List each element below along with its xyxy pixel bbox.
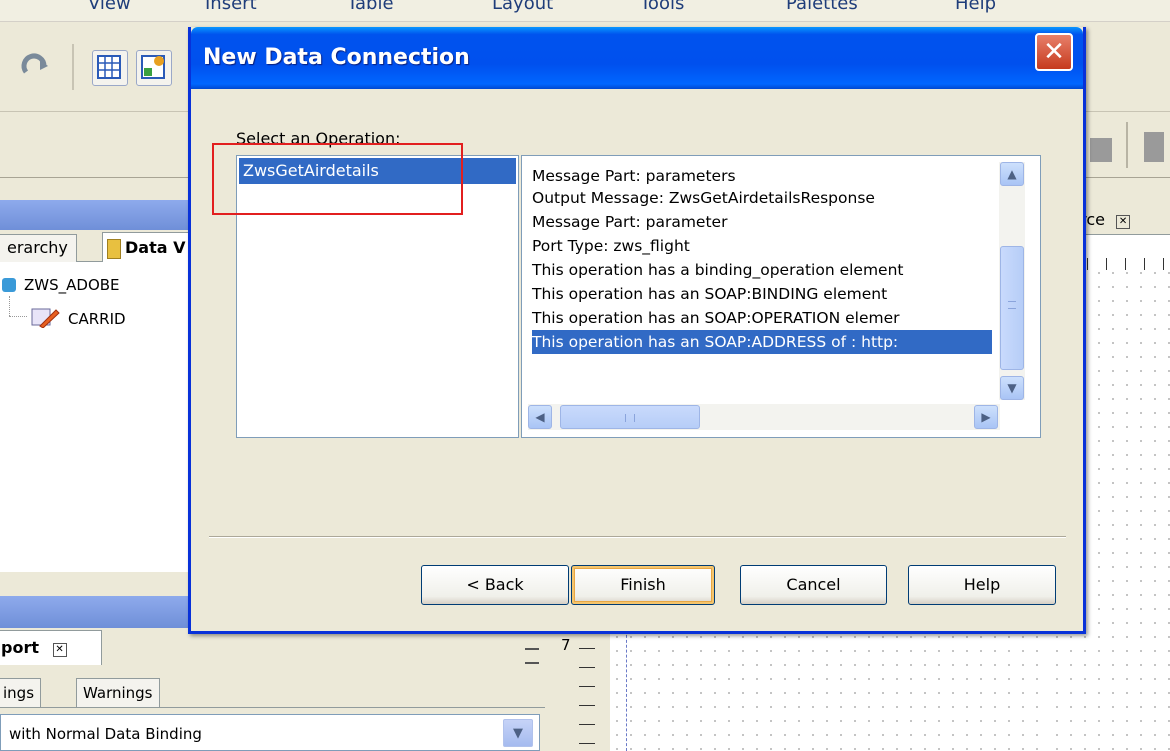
menu-bar: View Insert Table Layout Tools Palettes … xyxy=(0,0,1170,22)
detail-line: This operation has a binding_operation e… xyxy=(532,261,904,279)
vertical-ruler: 7 xyxy=(545,630,595,751)
horizontal-scrollbar[interactable]: ◀ ▶ xyxy=(528,404,1000,430)
menu-palettes[interactable]: Palettes xyxy=(786,0,858,14)
guide-line xyxy=(626,630,628,751)
menu-insert[interactable]: Insert xyxy=(205,0,257,14)
toolbar-divider xyxy=(1126,122,1128,168)
redo-icon[interactable] xyxy=(18,50,52,84)
close-icon: ✕ xyxy=(1043,37,1065,67)
detail-line: Port Type: zws_flight xyxy=(532,237,690,255)
menu-view[interactable]: View xyxy=(88,0,131,14)
dialog-titlebar[interactable]: New Data Connection ✕ xyxy=(191,27,1083,89)
help-button[interactable]: Help xyxy=(908,565,1056,605)
grip-icon xyxy=(625,414,635,422)
new-data-connection-dialog: New Data Connection ✕ Select an Operatio… xyxy=(188,27,1086,634)
detail-line-selected[interactable]: This operation has an SOAP:ADDRESS of : … xyxy=(532,330,992,354)
ruler-ticks xyxy=(579,630,595,751)
close-button[interactable]: ✕ xyxy=(1035,33,1073,71)
tree-line xyxy=(9,296,11,316)
operation-label: Select an Operation: xyxy=(236,129,401,148)
scroll-left-icon[interactable]: ◀ xyxy=(528,405,552,429)
tab-hierarchy[interactable]: erarchy xyxy=(0,234,77,262)
scroll-up-icon[interactable]: ▲ xyxy=(1000,162,1024,186)
tab-data-view[interactable]: Data V xyxy=(102,232,195,263)
data-view-tree: ZWS_ADOBE CARRID xyxy=(0,262,195,572)
scroll-right-icon[interactable]: ▶ xyxy=(974,405,998,429)
dialog-separator xyxy=(209,536,1066,538)
scroll-thumb[interactable] xyxy=(1000,246,1024,370)
tab-warnings-label: Warnings xyxy=(83,684,153,702)
menu-table[interactable]: Table xyxy=(347,0,394,14)
scroll-thumb[interactable] xyxy=(560,405,700,429)
report-subtabs: ings Warnings xyxy=(0,672,545,708)
detail-line: This operation has an SOAP:OPERATION ele… xyxy=(532,309,900,327)
panel-titlebar xyxy=(0,200,195,230)
tab-warnings[interactable]: Warnings xyxy=(76,678,160,707)
menu-help[interactable]: Help xyxy=(955,0,996,14)
connection-icon xyxy=(2,278,16,292)
tab-report-label: port xyxy=(1,638,39,657)
close-tab-icon[interactable]: ✕ xyxy=(52,643,67,657)
operation-list[interactable]: ZwsGetAirdetails xyxy=(236,155,519,438)
chevron-down-icon[interactable]: ▼ xyxy=(503,719,533,747)
list-item[interactable]: ZwsGetAirdetails xyxy=(239,158,516,184)
table-grid-icon[interactable] xyxy=(92,50,128,86)
toolbar-divider xyxy=(72,44,74,90)
tab-hierarchy-label: erarchy xyxy=(7,238,68,257)
detail-line: Message Part: parameters xyxy=(532,167,736,185)
distribute-icon[interactable] xyxy=(1144,132,1164,162)
close-tab-icon[interactable]: ✕ xyxy=(1116,215,1131,229)
detail-line: Output Message: ZwsGetAirdetailsResponse xyxy=(532,189,875,207)
detail-line: This operation has an SOAP:BINDING eleme… xyxy=(532,285,888,303)
tab-bindings-label: ings xyxy=(3,684,35,702)
tab-bindings[interactable]: ings xyxy=(0,678,42,707)
field-edit-icon xyxy=(30,306,60,332)
tree-line xyxy=(9,316,27,318)
cancel-button[interactable]: Cancel xyxy=(740,565,887,605)
binding-filter-dropdown[interactable]: with Normal Data Binding ▼ xyxy=(0,714,540,751)
finish-button[interactable]: Finish xyxy=(571,565,715,605)
insert-table-icon[interactable] xyxy=(136,50,172,86)
back-button[interactable]: < Back xyxy=(421,565,569,605)
menu-tools[interactable]: Tools xyxy=(640,0,684,14)
ruler-mark: 7 xyxy=(561,636,571,654)
tree-child-label: CARRID xyxy=(68,310,126,328)
dialog-title: New Data Connection xyxy=(203,45,470,70)
hierarchy-tabs: erarchy Data V xyxy=(0,232,195,263)
align-icon[interactable] xyxy=(1090,138,1112,162)
binding-filter-value: with Normal Data Binding xyxy=(9,725,202,743)
vertical-scrollbar[interactable]: ▲ ▼ xyxy=(999,162,1025,400)
scroll-down-icon[interactable]: ▼ xyxy=(1000,376,1024,400)
operation-details-box[interactable]: Message Part: parameters Output Message:… xyxy=(521,155,1041,438)
tree-node-root[interactable]: ZWS_ADOBE xyxy=(2,276,120,294)
tab-report[interactable]: port ✕ xyxy=(0,630,102,665)
detail-line: Message Part: parameter xyxy=(532,213,728,231)
grip-icon xyxy=(1008,301,1016,309)
report-panel-titlebar xyxy=(0,596,195,628)
panel-menu-icon[interactable] xyxy=(525,648,539,664)
data-view-icon xyxy=(107,239,121,259)
menu-layout[interactable]: Layout xyxy=(492,0,553,14)
tree-root-label: ZWS_ADOBE xyxy=(24,276,120,294)
tab-data-view-label: Data V xyxy=(125,238,186,257)
tree-node-carrid[interactable]: CARRID xyxy=(30,306,126,332)
